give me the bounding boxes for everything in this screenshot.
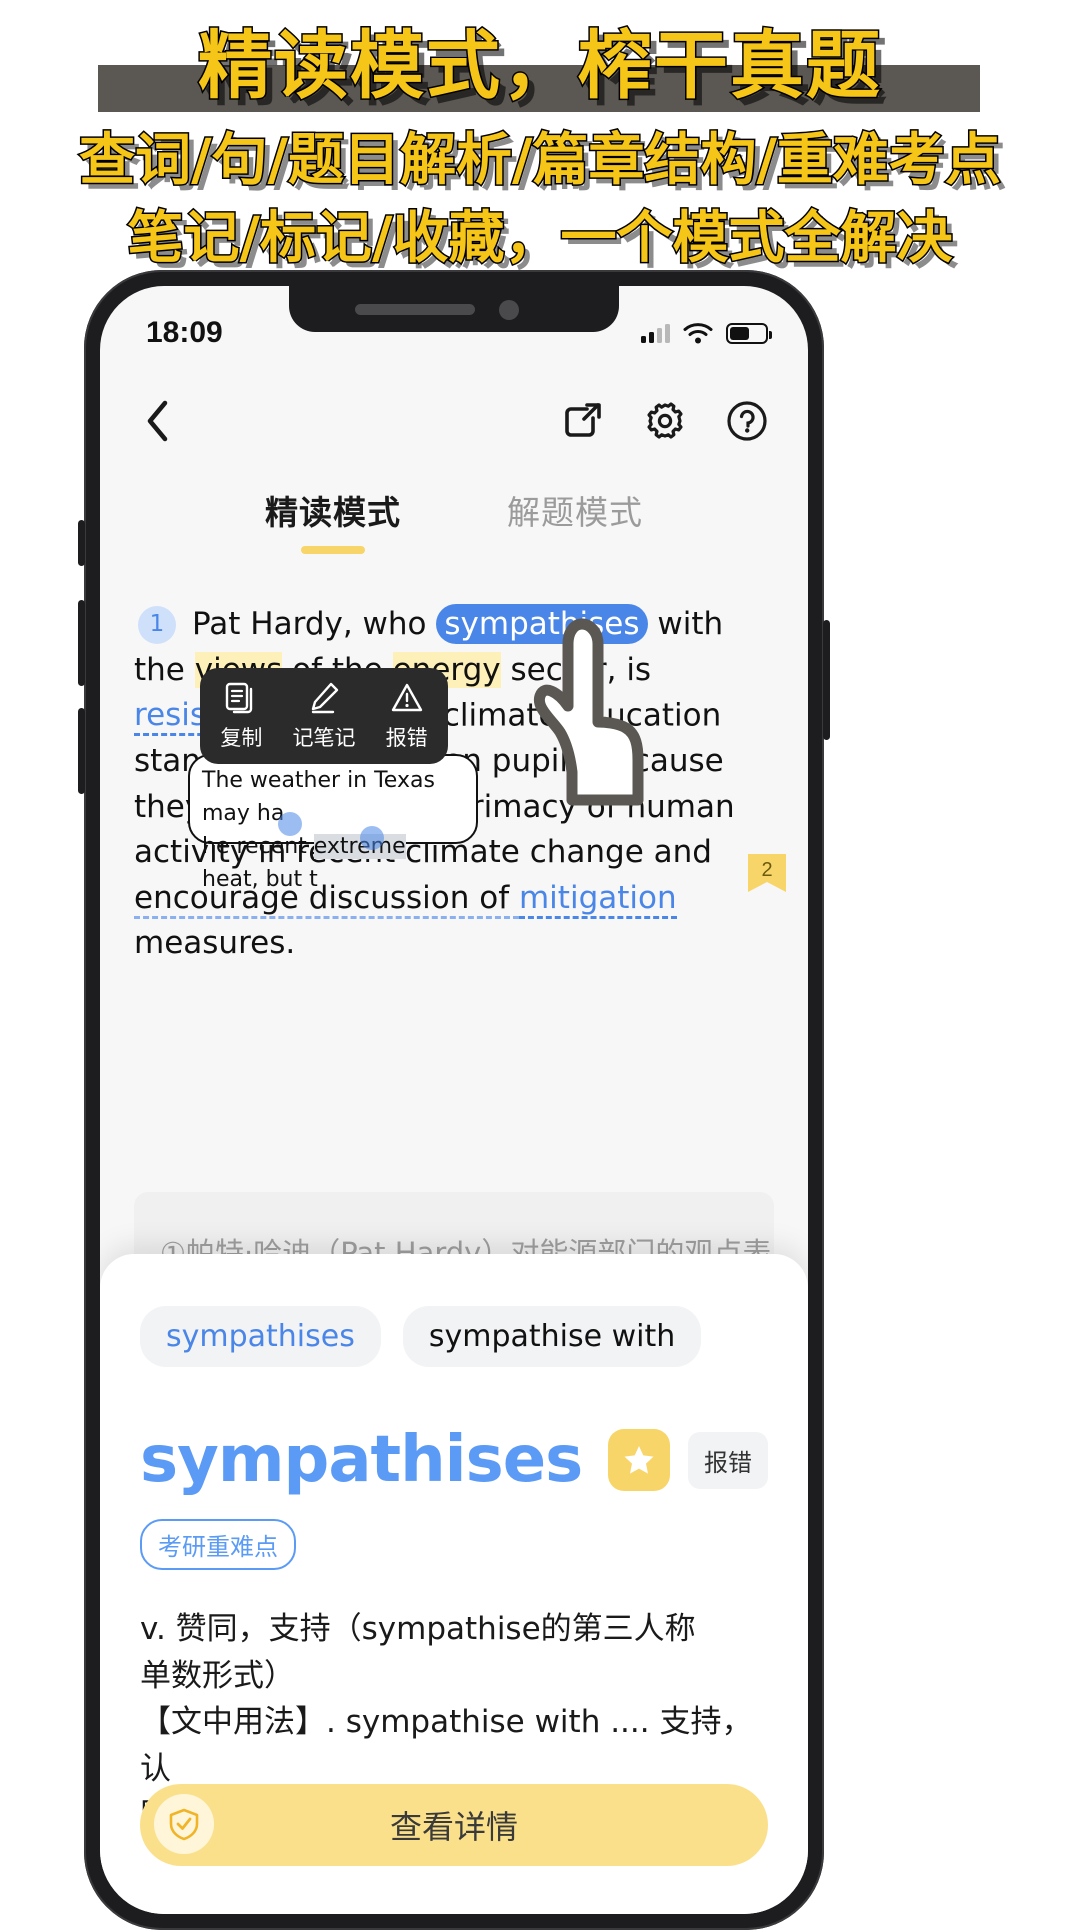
status-clock: 18:09 (146, 316, 223, 349)
context-menu-item-copy[interactable]: 复制 (204, 681, 278, 752)
back-button[interactable] (136, 399, 180, 443)
tab-intensive-reading[interactable]: 精读模式 (265, 482, 401, 554)
signal-bars-icon (641, 323, 670, 343)
flag-marker-icon[interactable]: 2 (744, 852, 790, 910)
paragraph-number-badge: 1 (138, 606, 176, 644)
definition-line-3: 【文中用法】. sympathise with .... 支持，认 (140, 1704, 753, 1787)
headword: sympathises (140, 1423, 583, 1497)
promo-header: 精读模式，榨干真题 查词/句/题目解析/篇章结构/重难考点 笔记/标记/收藏，一… (0, 0, 1080, 300)
earpiece-speaker (355, 304, 475, 315)
chip-sympathises[interactable]: sympathises (140, 1306, 381, 1367)
share-external-icon[interactable] (558, 396, 608, 446)
promo-subtitle-line-1: 查词/句/题目解析/篇章结构/重难考点 (78, 127, 1003, 195)
context-menu-label: 报错 (385, 725, 428, 750)
gear-icon[interactable] (640, 396, 690, 446)
context-menu-item-report[interactable]: 报错 (370, 681, 444, 752)
selection-line-1: The weather in Texas may ha (202, 768, 435, 826)
warning-triangle-icon (391, 683, 422, 711)
tab-active-underline (301, 546, 365, 554)
mode-tabs: 精读模式 解题模式 (100, 482, 808, 572)
definition-line-1: v. 赞同，支持（sympathise的第三人称 (140, 1611, 696, 1647)
article-text-1: Pat Hardy, who (192, 606, 437, 642)
text-context-menu: 复制 记笔记 报错 (200, 668, 448, 764)
promo-title: 精读模式，榨干真题 (197, 22, 882, 111)
phone-volume-up-button (78, 600, 85, 686)
text-selection-bubble[interactable]: The weather in Texas may ha he recent ex… (188, 754, 478, 892)
hand-pointer-cursor (530, 614, 660, 819)
wifi-icon (683, 323, 713, 344)
link-mitigation[interactable]: mitigation (518, 879, 677, 919)
front-camera (499, 300, 519, 320)
selection-line-2-prefix: he recent (202, 834, 314, 859)
shield-check-icon (154, 1794, 214, 1854)
word-chip-list: sympathises sympathise with (140, 1306, 768, 1367)
phone-mute-switch (78, 520, 85, 566)
phone-mockup: 18:09 精读模式 解题模式 1 Pat Hardy, who sympath… (78, 270, 830, 1930)
context-menu-label: 记笔记 (292, 725, 356, 750)
selection-line-2-suffix: heat, but t (202, 867, 318, 892)
promo-subtitle-line-2: 笔记/标记/收藏，一个模式全解决 (126, 205, 954, 273)
word-detail-sheet: sympathises sympathise with sympathises … (100, 1254, 808, 1914)
chip-sympathise-with[interactable]: sympathise with (402, 1306, 702, 1367)
selection-handle-start[interactable] (278, 812, 302, 836)
view-details-label: 查看详情 (389, 1808, 518, 1846)
favorite-star-button[interactable] (608, 1429, 670, 1491)
report-error-button[interactable]: 报错 (688, 1431, 768, 1489)
phone-power-button (823, 620, 830, 740)
pencil-note-icon (311, 682, 339, 713)
question-circle-icon[interactable] (722, 396, 772, 446)
tab-problem-solving[interactable]: 解题模式 (507, 482, 643, 534)
view-details-button[interactable]: 查看详情 (140, 1784, 768, 1866)
svg-text:2: 2 (761, 859, 772, 881)
tab-label: 解题模式 (507, 493, 643, 532)
context-menu-label: 复制 (220, 725, 263, 750)
tab-label: 精读模式 (265, 493, 401, 532)
difficulty-tag: 考研重难点 (140, 1519, 296, 1570)
article-text-10: measures. (134, 925, 296, 962)
selection-handle-end[interactable] (360, 826, 384, 850)
headword-row: sympathises 报错 (140, 1423, 768, 1497)
context-menu-item-note[interactable]: 记笔记 (287, 681, 361, 752)
app-navbar (100, 376, 808, 466)
phone-volume-down-button (78, 708, 85, 794)
phone-notch (289, 286, 619, 332)
copy-icon (226, 682, 253, 713)
star-filled-icon (624, 1446, 654, 1474)
phone-screen: 18:09 精读模式 解题模式 1 Pat Hardy, who sympath… (100, 286, 808, 1914)
definition-line-2: 单数形式） (140, 1657, 295, 1694)
battery-icon (726, 322, 772, 344)
